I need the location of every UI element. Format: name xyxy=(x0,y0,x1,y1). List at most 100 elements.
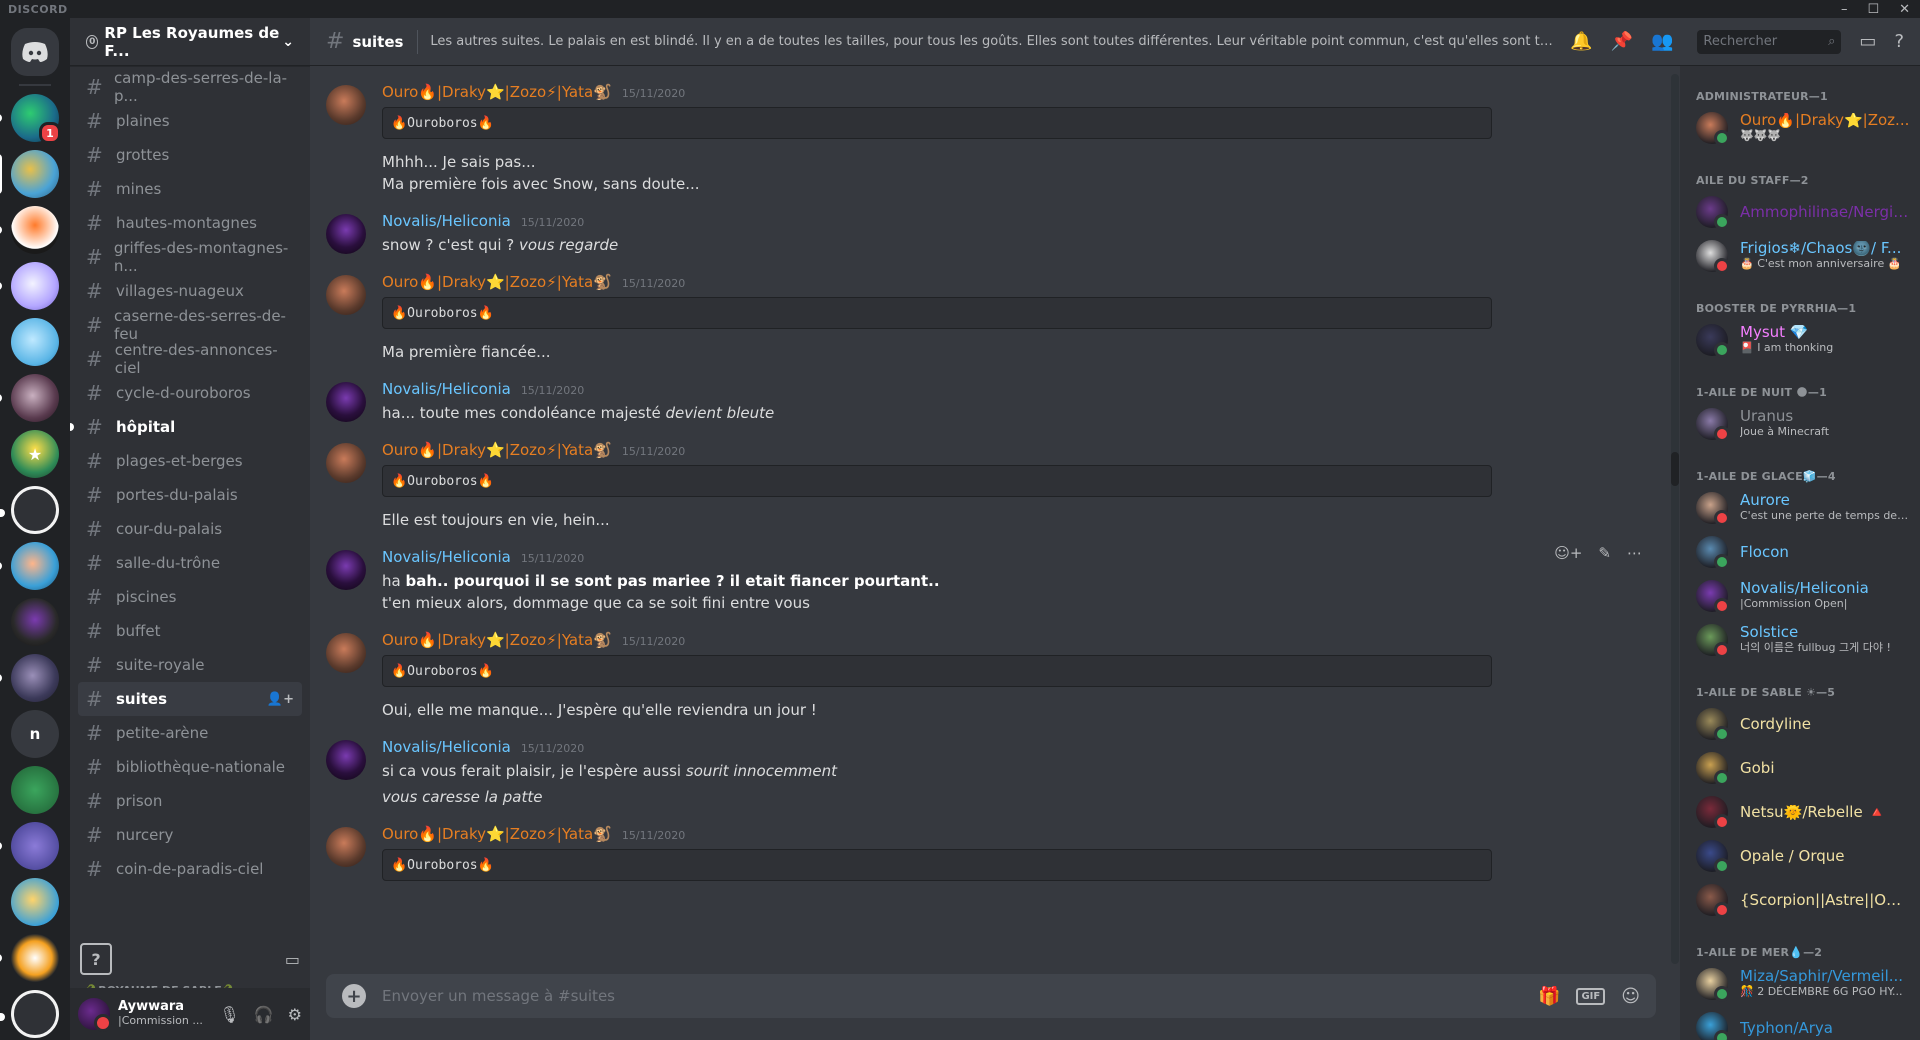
message-author[interactable]: Novalis/Heliconia xyxy=(382,212,511,230)
message[interactable]: Oui, elle me manque... J'espère qu'elle … xyxy=(310,699,1670,721)
member-item[interactable]: Mysut 💎 🎴 I am thonking xyxy=(1696,318,1912,362)
avatar[interactable] xyxy=(326,550,366,590)
channel-item[interactable]: # nurcery xyxy=(78,818,302,852)
server-icon[interactable] xyxy=(0,990,59,1038)
member-item[interactable]: Gobi xyxy=(1696,746,1912,790)
member-item[interactable]: Opale / Orque xyxy=(1696,834,1912,878)
member-item[interactable]: Solstice 너의 이름은 fullbug 그게 다야 ! xyxy=(1696,618,1912,662)
microphone-icon[interactable]: 🎙 xyxy=(219,1005,239,1024)
member-item[interactable]: {Scorpion||Astre||Obsi... xyxy=(1696,878,1912,922)
avatar[interactable] xyxy=(326,382,366,422)
channel-item[interactable]: # hautes-montagnes xyxy=(78,206,302,240)
message[interactable]: Novalis/Heliconia 15/11/2020 si ca vous fe… xyxy=(310,738,1670,808)
member-item[interactable]: Miza/Saphir/Vermeil... 🎊 2 DÉCEMBRE 6G PG… xyxy=(1696,962,1912,1006)
message-author[interactable]: Ouro🔥|Draky⭐|Zozo⚡|Yata🐒 xyxy=(382,83,612,101)
server-icon[interactable]: ★ xyxy=(11,430,59,478)
close-icon[interactable]: ✕ xyxy=(1899,2,1910,17)
channel-item[interactable]: # portes-du-palais xyxy=(78,478,302,512)
maximize-icon[interactable]: ☐ xyxy=(1867,2,1879,17)
screen-share-icon[interactable]: ▭ xyxy=(285,950,300,969)
gif-icon[interactable]: GIF xyxy=(1576,987,1606,1005)
avatar[interactable] xyxy=(326,275,366,315)
add-reaction-icon[interactable]: ☺+ xyxy=(1554,544,1582,562)
help-icon[interactable]: ? xyxy=(80,943,112,975)
avatar[interactable] xyxy=(326,85,366,125)
server-icon[interactable] xyxy=(0,374,59,422)
server-icon[interactable] xyxy=(0,206,59,254)
server-icon[interactable] xyxy=(0,822,59,870)
avatar[interactable] xyxy=(326,214,366,254)
scrollbar-thumb[interactable] xyxy=(1671,452,1679,486)
search-input[interactable]: Rechercher ⌕ xyxy=(1697,29,1842,54)
member-item[interactable]: Frigios❄/Chaos🌚/ F... 🎂 C'est mon anniver… xyxy=(1696,234,1912,278)
more-icon[interactable]: ⋯ xyxy=(1627,544,1642,562)
server-icon[interactable] xyxy=(0,262,59,310)
member-item[interactable]: Flocon xyxy=(1696,530,1912,574)
avatar[interactable] xyxy=(326,443,366,483)
message[interactable]: Ouro🔥|Draky⭐|Zozo⚡|Yata🐒 15/11/2020 🔥Ourob… xyxy=(310,83,1670,139)
message[interactable]: Ouro🔥|Draky⭐|Zozo⚡|Yata🐒 15/11/2020 🔥Ourob… xyxy=(310,825,1670,881)
channel-item[interactable]: # cycle-d-ouroboros xyxy=(78,376,302,410)
scrollbar[interactable] xyxy=(1671,74,1679,964)
member-item[interactable]: Cordyline xyxy=(1696,702,1912,746)
channel-item[interactable]: # bibliothèque-nationale xyxy=(78,750,302,784)
message-author[interactable]: Ouro🔥|Draky⭐|Zozo⚡|Yata🐒 xyxy=(382,273,612,291)
message-author[interactable]: Novalis/Heliconia xyxy=(382,380,511,398)
headphones-icon[interactable]: 🎧 xyxy=(254,1005,274,1024)
avatar[interactable] xyxy=(326,740,366,780)
guild-header[interactable]: 0 RP Les Royaumes de F... ⌄ xyxy=(70,18,310,66)
inbox-icon[interactable]: ▭ xyxy=(1859,31,1876,52)
avatar[interactable] xyxy=(78,998,112,1032)
channel-item[interactable]: # coin-de-paradis-ciel xyxy=(78,852,302,886)
server-icon[interactable] xyxy=(11,598,59,646)
server-icon[interactable] xyxy=(0,654,59,702)
message[interactable]: Novalis/Heliconia 15/11/2020 ha... toute m… xyxy=(310,380,1670,424)
member-item[interactable]: Typhon/Arya xyxy=(1696,1006,1912,1040)
server-icon[interactable]: 1 xyxy=(0,94,61,144)
channel-item[interactable]: # plages-et-berges xyxy=(78,444,302,478)
server-icon[interactable] xyxy=(0,542,59,590)
server-icon[interactable] xyxy=(11,766,59,814)
bell-icon[interactable]: 🔔 xyxy=(1570,31,1592,52)
channel-item[interactable]: # camp-des-serres-de-la-p... xyxy=(78,69,302,105)
members-icon[interactable]: 👥 xyxy=(1651,31,1673,52)
channel-item[interactable]: # griffes-des-montagnes-n... xyxy=(78,239,302,275)
message-input[interactable]: Envoyer un message à #suites xyxy=(382,987,1538,1005)
message[interactable]: Novalis/Heliconia 15/11/2020 ha bah.. pour… xyxy=(310,544,1670,614)
channel-item[interactable]: # prison xyxy=(78,784,302,818)
help-circle-icon[interactable]: ? xyxy=(1894,31,1904,52)
minimize-icon[interactable]: – xyxy=(1841,2,1848,17)
channel-item[interactable]: # caserne-des-serres-de-feu xyxy=(78,307,302,343)
member-item[interactable]: Ammophilinae/Nergig... xyxy=(1696,190,1912,234)
server-icon[interactable] xyxy=(0,934,59,982)
member-item[interactable]: Novalis/Heliconia |Commission Open| xyxy=(1696,574,1912,618)
channel-item[interactable]: # piscines xyxy=(78,580,302,614)
message-author[interactable]: Novalis/Heliconia xyxy=(382,738,511,756)
server-icon-n[interactable]: n xyxy=(11,710,59,758)
message-composer[interactable]: + Envoyer un message à #suites 🎁 GIF ☺ xyxy=(326,974,1656,1018)
emoji-icon[interactable]: ☺ xyxy=(1621,986,1640,1007)
message[interactable]: Ma première fiancée... xyxy=(310,341,1670,363)
channel-item[interactable]: # suite-royale xyxy=(78,648,302,682)
channel-item[interactable]: # centre-des-annonces-ciel xyxy=(78,341,302,377)
message[interactable]: Ouro🔥|Draky⭐|Zozo⚡|Yata🐒 15/11/2020 🔥Ourob… xyxy=(310,631,1670,687)
member-item[interactable]: Uranus Joue à Minecraft xyxy=(1696,402,1912,446)
channel-item[interactable]: # buffet xyxy=(78,614,302,648)
add-attachment-icon[interactable]: + xyxy=(342,984,366,1008)
message[interactable]: Ouro🔥|Draky⭐|Zozo⚡|Yata🐒 15/11/2020 🔥Ourob… xyxy=(310,441,1670,497)
message[interactable]: Novalis/Heliconia 15/11/2020 snow ? c'est … xyxy=(310,212,1670,256)
message-author[interactable]: Novalis/Heliconia xyxy=(382,548,511,566)
channel-item[interactable]: # petite-arène xyxy=(78,716,302,750)
message[interactable]: Mhhh... Je sais pas... Ma première fois a… xyxy=(310,151,1670,195)
message-author[interactable]: Ouro🔥|Draky⭐|Zozo⚡|Yata🐒 xyxy=(382,825,612,843)
message[interactable]: Ouro🔥|Draky⭐|Zozo⚡|Yata🐒 15/11/2020 🔥Ourob… xyxy=(310,273,1670,329)
gear-icon[interactable]: ⚙ xyxy=(288,1005,302,1024)
message-author[interactable]: Ouro🔥|Draky⭐|Zozo⚡|Yata🐒 xyxy=(382,631,612,649)
member-item[interactable]: Ouro🔥|Draky⭐|Zoz... 🐺🐺🐺 xyxy=(1696,106,1912,150)
channel-topic[interactable]: Les autres suites. Le palais en est blin… xyxy=(430,34,1558,49)
server-icon[interactable] xyxy=(0,150,59,198)
channel-item[interactable]: # suites 👤+ xyxy=(78,682,302,716)
channel-item[interactable]: # villages-nuageux xyxy=(78,274,302,308)
member-item[interactable]: Netsu🌞/Rebelle 🔺 xyxy=(1696,790,1912,834)
invite-icon[interactable]: 👤+ xyxy=(267,692,294,707)
